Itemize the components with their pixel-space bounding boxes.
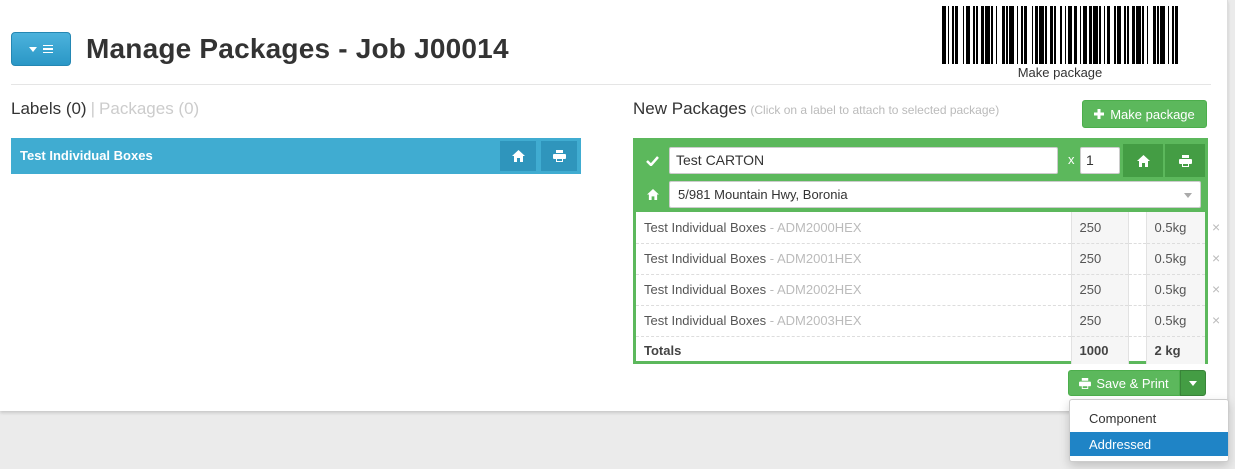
quantity-multiplier: x xyxy=(1068,152,1075,167)
table-row[interactable]: Test Individual Boxes - ADM2002HEX 250 0… xyxy=(636,273,1205,305)
table-row[interactable]: Test Individual Boxes - ADM2001HEX 250 0… xyxy=(636,242,1205,274)
chevron-down-icon xyxy=(1189,380,1197,386)
package-quantity-input[interactable]: 1 xyxy=(1080,147,1120,174)
label-home-button[interactable] xyxy=(500,141,536,171)
tab-packages[interactable]: Packages (0) xyxy=(99,99,199,118)
printer-icon xyxy=(1178,154,1192,167)
label-item-row[interactable]: Test Individual Boxes xyxy=(11,138,581,174)
address-value: 5/981 Mountain Hwy, Boronia xyxy=(678,187,848,202)
remove-item-icon[interactable]: × xyxy=(1212,281,1220,297)
printer-icon xyxy=(1079,377,1092,389)
remove-item-icon[interactable]: × xyxy=(1212,312,1220,328)
address-select[interactable]: 5/981 Mountain Hwy, Boronia xyxy=(669,181,1201,208)
labels-packages-tabs: Labels (0) | Packages (0) xyxy=(11,99,199,119)
barcode-bar xyxy=(1175,6,1179,64)
remove-item-icon[interactable]: × xyxy=(1212,219,1220,235)
home-icon xyxy=(1136,154,1150,167)
page-panel: Manage Packages - Job J00014 Make packag… xyxy=(0,0,1228,411)
label-item-name: Test Individual Boxes xyxy=(20,148,153,163)
save-print-dropdown-toggle[interactable] xyxy=(1180,370,1206,396)
chevron-down-icon xyxy=(1184,193,1192,198)
divider xyxy=(11,84,1211,85)
save-print-button-group: Save & Print xyxy=(1068,370,1206,396)
barcode-image xyxy=(942,6,1179,64)
save-print-dropdown-menu: Component Addressed xyxy=(1069,399,1229,462)
menu-toggle-button[interactable] xyxy=(11,32,71,66)
home-icon xyxy=(647,189,659,200)
printer-icon xyxy=(552,150,566,162)
chevron-down-icon xyxy=(29,46,37,52)
label-print-button[interactable] xyxy=(541,141,577,171)
package-home-button[interactable] xyxy=(1123,144,1163,177)
barcode-caption: Make package xyxy=(1017,65,1103,80)
make-package-button[interactable]: Make package xyxy=(1082,100,1207,128)
home-icon xyxy=(511,150,525,162)
package-print-button[interactable] xyxy=(1165,144,1205,177)
total-weight: 2 kg xyxy=(1145,335,1205,364)
plus-icon xyxy=(1094,109,1105,119)
menu-item-addressed[interactable]: Addressed xyxy=(1070,432,1228,456)
totals-row: Totals 1000 2 kg xyxy=(636,335,1205,364)
tab-separator: | xyxy=(90,99,96,118)
totals-label: Totals xyxy=(636,335,1071,364)
checkmark-icon[interactable] xyxy=(646,156,659,166)
tab-labels[interactable]: Labels (0) xyxy=(11,99,87,118)
table-row[interactable]: Test Individual Boxes - ADM2000HEX 250 0… xyxy=(636,212,1205,243)
new-packages-title: New Packages (Click on a label to attach … xyxy=(633,99,1000,118)
remove-item-icon[interactable]: × xyxy=(1212,250,1220,266)
new-packages-hint: (Click on a label to attach to selected … xyxy=(750,103,1000,117)
save-print-button[interactable]: Save & Print xyxy=(1068,370,1180,396)
package-items-table: Test Individual Boxes - ADM2000HEX 250 0… xyxy=(636,212,1205,364)
menu-item-component[interactable]: Component xyxy=(1070,406,1228,430)
package-header: Test CARTON x 1 5/981 Mountain Hwy, Boro… xyxy=(636,141,1205,212)
make-package-label: Make package xyxy=(1110,106,1195,122)
package-card[interactable]: Test CARTON x 1 5/981 Mountain Hwy, Boro… xyxy=(633,138,1208,364)
total-quantity: 1000 xyxy=(1070,335,1128,364)
page-title: Manage Packages - Job J00014 xyxy=(86,33,509,64)
list-icon xyxy=(43,44,53,54)
package-name-input[interactable]: Test CARTON xyxy=(669,147,1058,174)
table-row[interactable]: Test Individual Boxes - ADM2003HEX 250 0… xyxy=(636,304,1205,336)
save-print-label: Save & Print xyxy=(1096,375,1169,391)
